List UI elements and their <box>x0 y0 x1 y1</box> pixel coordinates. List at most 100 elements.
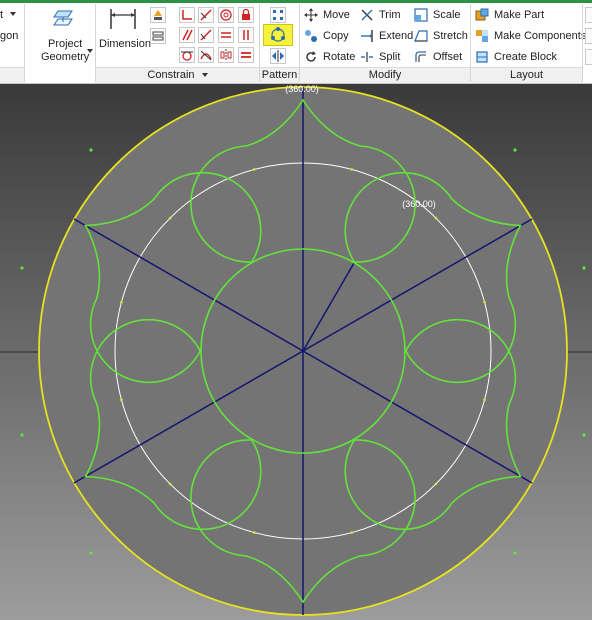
rotate-button[interactable]: Rotate <box>304 48 355 66</box>
dimension-top[interactable]: (360.00) <box>285 84 319 94</box>
polygon-button-label[interactable]: gon <box>0 30 18 42</box>
create-block-icon <box>476 51 488 63</box>
fix-icon <box>242 8 250 20</box>
project-geometry-button[interactable]: Project Geometry <box>40 5 90 65</box>
parallel-button[interactable] <box>179 27 195 43</box>
move-label: Move <box>323 9 350 21</box>
scale-icon <box>414 8 428 22</box>
vertical-button[interactable] <box>238 27 254 43</box>
project-geometry-label-2: Geometry <box>41 51 90 63</box>
make-components-icon <box>476 30 488 42</box>
circular-pattern-icon <box>271 27 285 42</box>
construction-point[interactable] <box>350 531 354 534</box>
construction-point[interactable] <box>168 482 172 486</box>
copy-label: Copy <box>323 30 349 42</box>
rectangular-pattern-button[interactable] <box>270 7 286 23</box>
point-button-label[interactable]: t <box>0 9 3 21</box>
dimension-label: Dimension <box>99 38 151 50</box>
create-block-label: Create Block <box>494 51 557 63</box>
ribbon-toolbar: t gon Project Geometry Dimension Move Co… <box>0 0 592 84</box>
group-separator <box>24 4 25 82</box>
concentric-icon <box>220 9 232 21</box>
construction-point[interactable] <box>483 301 486 304</box>
construction-point[interactable] <box>120 301 123 304</box>
construction-point[interactable] <box>434 216 438 220</box>
make-part-button[interactable]: Make Part <box>475 6 544 24</box>
stretch-label: Stretch <box>433 30 468 42</box>
tangent-button[interactable] <box>179 47 195 63</box>
group-layout-label: Layout <box>509 69 544 81</box>
overflow-button[interactable] <box>585 7 592 23</box>
group-footer-draw <box>0 67 24 83</box>
chevron-down-icon <box>201 73 208 78</box>
move-button[interactable]: Move <box>304 6 350 24</box>
overflow-button[interactable] <box>585 49 592 65</box>
fix-button[interactable] <box>238 7 254 23</box>
group-footer-layout: Layout <box>471 67 582 83</box>
show-constraints-icon <box>154 10 162 20</box>
stretch-button[interactable]: Stretch <box>414 27 468 45</box>
chevron-down-icon[interactable] <box>10 12 16 16</box>
grid-point <box>582 433 586 437</box>
tangent-icon <box>181 51 193 61</box>
construction-point[interactable] <box>483 398 486 402</box>
group-separator <box>582 4 583 82</box>
auto-dimension-icon <box>152 31 164 41</box>
symmetric-icon <box>220 49 232 61</box>
construction-point[interactable] <box>434 482 438 486</box>
split-button[interactable]: Split <box>360 48 400 66</box>
vertical-icon <box>243 30 249 40</box>
mirror-icon <box>272 50 284 62</box>
parallel-icon <box>182 29 193 41</box>
make-components-label: Make Components <box>494 30 587 42</box>
copy-button[interactable]: Copy <box>304 27 349 45</box>
collinear-button[interactable] <box>198 7 214 23</box>
extend-icon <box>361 30 373 42</box>
auto-dimension-button[interactable] <box>150 28 166 44</box>
grid-point <box>89 148 93 152</box>
trim-button[interactable]: Trim <box>360 6 401 24</box>
dimension-inner[interactable]: (360.00) <box>402 199 436 209</box>
symmetric-button[interactable] <box>218 47 234 63</box>
grid-point <box>513 148 517 152</box>
dimension-icon <box>110 9 136 29</box>
sketch-canvas[interactable]: (360.00) (360.00) <box>0 84 592 620</box>
scale-button[interactable]: Scale <box>414 6 461 24</box>
grid-point <box>582 266 586 270</box>
construction-point[interactable] <box>350 168 354 171</box>
make-components-button[interactable]: Make Components <box>475 27 586 45</box>
construction-point[interactable] <box>120 398 123 402</box>
construction-point[interactable] <box>168 216 172 220</box>
overflow-button[interactable] <box>585 28 592 44</box>
horizontal-button[interactable] <box>218 27 234 43</box>
extend-button[interactable]: Extend <box>360 27 413 45</box>
dimension-button[interactable]: Dimension <box>98 5 151 65</box>
equal-button[interactable] <box>238 47 254 63</box>
group-footer-constrain[interactable]: Constrain <box>96 67 259 83</box>
mirror-button[interactable] <box>270 48 286 64</box>
grid-point <box>513 551 517 555</box>
make-part-label: Make Part <box>494 9 545 21</box>
construction-point[interactable] <box>253 531 256 534</box>
coincident-button[interactable] <box>179 7 195 23</box>
create-block-button[interactable]: Create Block <box>475 48 557 66</box>
grid-point <box>20 266 24 270</box>
construction-point[interactable] <box>253 168 256 171</box>
chevron-down-icon[interactable] <box>87 49 93 53</box>
rotate-icon <box>306 51 316 62</box>
horizontal-icon <box>221 32 231 38</box>
perpendicular-icon <box>200 29 212 41</box>
show-constraints-button[interactable] <box>150 7 166 23</box>
smooth-button[interactable] <box>198 47 214 63</box>
concentric-button[interactable] <box>218 7 234 23</box>
grid-point <box>89 551 93 555</box>
extend-label: Extend <box>379 30 414 42</box>
circular-pattern-button[interactable] <box>263 24 293 46</box>
group-constrain-label: Constrain <box>147 69 195 81</box>
offset-label: Offset <box>433 51 463 63</box>
perpendicular-button[interactable] <box>198 27 214 43</box>
trim-label: Trim <box>379 9 401 21</box>
offset-button[interactable]: Offset <box>414 48 462 66</box>
rectangular-pattern-icon <box>273 10 283 20</box>
smooth-icon <box>200 50 212 61</box>
